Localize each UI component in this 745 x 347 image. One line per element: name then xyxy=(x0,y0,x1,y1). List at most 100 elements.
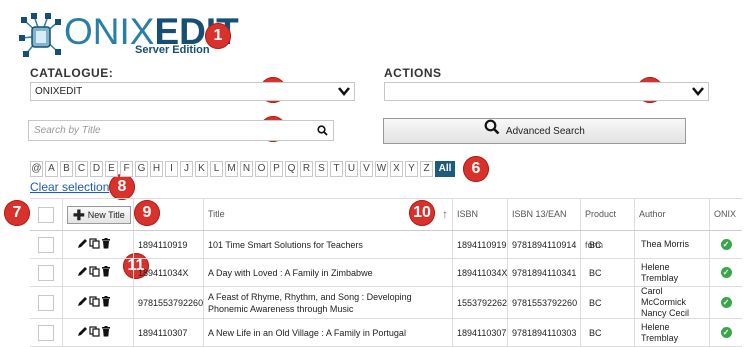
row-author: Carol McCormick Nancy Cecil xyxy=(634,286,709,318)
header-title[interactable]: Title ↑ xyxy=(203,199,452,230)
row-id: 1894110919 xyxy=(133,231,203,258)
row-checkbox[interactable] xyxy=(38,294,54,311)
header-product-form[interactable]: Product form xyxy=(580,199,634,250)
copy-icon[interactable] xyxy=(89,325,100,340)
check-circle-icon[interactable]: ✓ xyxy=(720,327,732,338)
alphabet-letter[interactable]: Q xyxy=(285,161,298,177)
row-onix-status: ✓ xyxy=(709,259,742,286)
header-isbn13[interactable]: ISBN 13/EAN xyxy=(507,199,580,230)
alphabet-letter[interactable]: N xyxy=(240,161,253,177)
search-icon[interactable] xyxy=(317,124,328,143)
search-placeholder: Search by Title xyxy=(34,125,101,136)
alphabet-letter[interactable]: V xyxy=(360,161,373,177)
search-icon xyxy=(484,119,500,145)
table-row[interactable]: 9781553792260 A Feast of Rhyme, Rhythm, a… xyxy=(30,286,742,319)
row-ean: 9781553792260 xyxy=(507,287,580,318)
alphabet-letter[interactable]: P xyxy=(270,161,283,177)
row-checkbox[interactable] xyxy=(38,264,54,281)
table-row[interactable]: 189411034X A Day with Loved : A Family in… xyxy=(30,259,742,287)
alphabet-letter[interactable]: R xyxy=(300,161,313,177)
alphabet-letter[interactable]: @ xyxy=(30,161,43,177)
row-select-cell xyxy=(30,287,62,318)
row-title[interactable]: A Feast of Rhyme, Rhythm, and Song : Dev… xyxy=(203,287,452,318)
alphabet-filter: @ A B C D E F G H I J K L M N O P Q R S T U V W X Y Z All xyxy=(30,161,457,177)
table-row[interactable]: 1894110919 101 Time Smart Solutions for T… xyxy=(30,231,742,259)
trash-icon[interactable] xyxy=(101,295,111,310)
row-product-form: BC xyxy=(580,259,634,286)
catalogue-select[interactable]: ONIXEDIT xyxy=(30,82,355,101)
header-isbn[interactable]: ISBN xyxy=(452,199,507,230)
row-select-cell xyxy=(30,319,62,346)
catalogue-label: CATALOGUE: xyxy=(30,66,114,80)
alphabet-letter[interactable]: W xyxy=(375,161,388,177)
alphabet-letter[interactable]: B xyxy=(60,161,73,177)
row-author: Helene Tremblay xyxy=(634,259,709,286)
header-author[interactable]: Author xyxy=(634,199,709,230)
check-circle-icon[interactable]: ✓ xyxy=(720,267,732,278)
alphabet-letter[interactable]: D xyxy=(90,161,103,177)
sort-up-arrow-icon[interactable]: ↑ xyxy=(442,199,448,230)
logo xyxy=(18,12,64,60)
alphabet-letter[interactable]: O xyxy=(255,161,268,177)
row-product-form: BC xyxy=(580,287,634,318)
alphabet-letter[interactable]: A xyxy=(45,161,58,177)
pencil-icon[interactable] xyxy=(77,238,88,252)
row-checkbox[interactable] xyxy=(38,236,54,253)
new-title-label: New Title xyxy=(87,209,125,220)
check-circle-icon[interactable]: ✓ xyxy=(720,297,732,308)
trash-icon[interactable] xyxy=(101,265,111,280)
copy-icon[interactable] xyxy=(89,265,100,280)
row-onix-status: ✓ xyxy=(709,287,742,318)
copy-icon[interactable] xyxy=(89,237,100,252)
pencil-icon[interactable] xyxy=(77,326,88,340)
row-actions xyxy=(62,287,133,318)
row-title[interactable]: 101 Time Smart Solutions for Teachers xyxy=(203,231,452,258)
row-onix-status: ✓ xyxy=(709,319,742,346)
alphabet-letter[interactable]: Y xyxy=(405,161,418,177)
alphabet-letter[interactable]: H xyxy=(150,161,163,177)
row-isbn: 1894110307 xyxy=(452,319,507,346)
callout-6: 6 xyxy=(463,156,489,182)
trash-icon[interactable] xyxy=(101,237,111,252)
search-input[interactable]: Search by Title xyxy=(28,120,334,141)
row-select-cell xyxy=(30,231,62,258)
alphabet-letter[interactable]: T xyxy=(330,161,343,177)
actions-select[interactable] xyxy=(384,82,709,101)
pencil-icon[interactable] xyxy=(77,296,88,310)
alphabet-letter[interactable]: F xyxy=(120,161,133,177)
header-onix[interactable]: ONIX xyxy=(709,199,742,230)
alphabet-letter[interactable]: K xyxy=(195,161,208,177)
alphabet-all-button[interactable]: All xyxy=(435,161,455,177)
alphabet-letter[interactable]: Z xyxy=(420,161,433,177)
row-actions xyxy=(62,319,133,346)
advanced-search-button[interactable]: Advanced Search xyxy=(383,118,686,144)
row-id: 9781553792260 xyxy=(133,287,203,318)
row-checkbox[interactable] xyxy=(38,324,54,341)
row-isbn: 1553792262 xyxy=(452,287,507,318)
alphabet-letter[interactable]: E xyxy=(105,161,118,177)
alphabet-letter[interactable]: X xyxy=(390,161,403,177)
table-header: ✚ New Title Title ↑ ISBN ISBN 13/EAN Pro… xyxy=(30,199,742,250)
alphabet-letter[interactable]: I xyxy=(165,161,178,177)
alphabet-letter[interactable]: J xyxy=(180,161,193,177)
row-author: Thea Morris xyxy=(634,231,709,258)
row-title[interactable]: A New Life in an Old Village : A Family … xyxy=(203,319,452,346)
alphabet-letter[interactable]: C xyxy=(75,161,88,177)
trash-icon[interactable] xyxy=(101,325,111,340)
check-circle-icon[interactable]: ✓ xyxy=(720,239,732,250)
catalogue-selected-value: ONIXEDIT xyxy=(35,86,83,97)
row-title[interactable]: A Day with Loved : A Family in Zimbabwe xyxy=(203,259,452,286)
new-title-button[interactable]: ✚ New Title xyxy=(67,205,131,224)
alphabet-letter[interactable]: M xyxy=(225,161,238,177)
select-all-checkbox[interactable] xyxy=(38,206,54,223)
alphabet-letter[interactable]: G xyxy=(135,161,148,177)
alphabet-letter[interactable]: S xyxy=(315,161,328,177)
pencil-icon[interactable] xyxy=(77,266,88,280)
row-isbn: 189411034X xyxy=(452,259,507,286)
row-product-form: BC xyxy=(580,231,634,258)
callout-8: 8 xyxy=(109,174,135,200)
copy-icon[interactable] xyxy=(89,295,100,310)
alphabet-letter[interactable]: U xyxy=(345,161,358,177)
clear-selection-link[interactable]: Clear selection xyxy=(30,180,109,194)
alphabet-letter[interactable]: L xyxy=(210,161,223,177)
